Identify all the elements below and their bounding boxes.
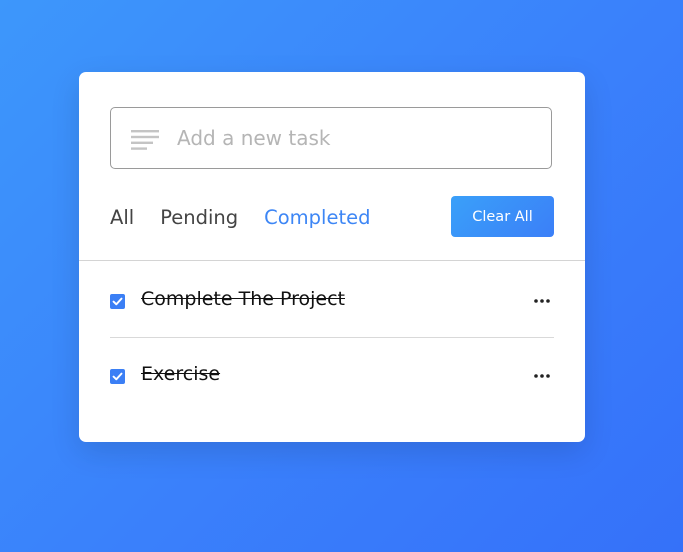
filter-pending[interactable]: Pending [160,206,238,229]
filter-tabs: All Pending Completed [110,203,397,231]
clear-all-button[interactable]: Clear All [451,196,554,237]
task-input[interactable] [177,108,537,168]
task-label: Complete The Project [141,288,345,310]
todo-card: All Pending Completed Clear All Complete… [79,72,585,442]
filter-all[interactable]: All [110,206,134,229]
task-item: Exercise [110,356,554,396]
task-checkbox[interactable] [110,294,125,309]
task-label: Exercise [141,363,221,385]
lines-icon [131,130,161,150]
task-input-wrapper[interactable] [110,107,552,169]
filter-completed[interactable]: Completed [264,206,370,229]
task-divider [110,337,554,338]
divider [79,260,585,261]
more-options-icon[interactable] [532,364,552,388]
task-item: Complete The Project [110,281,554,321]
task-checkbox[interactable] [110,369,125,384]
more-options-icon[interactable] [532,289,552,313]
